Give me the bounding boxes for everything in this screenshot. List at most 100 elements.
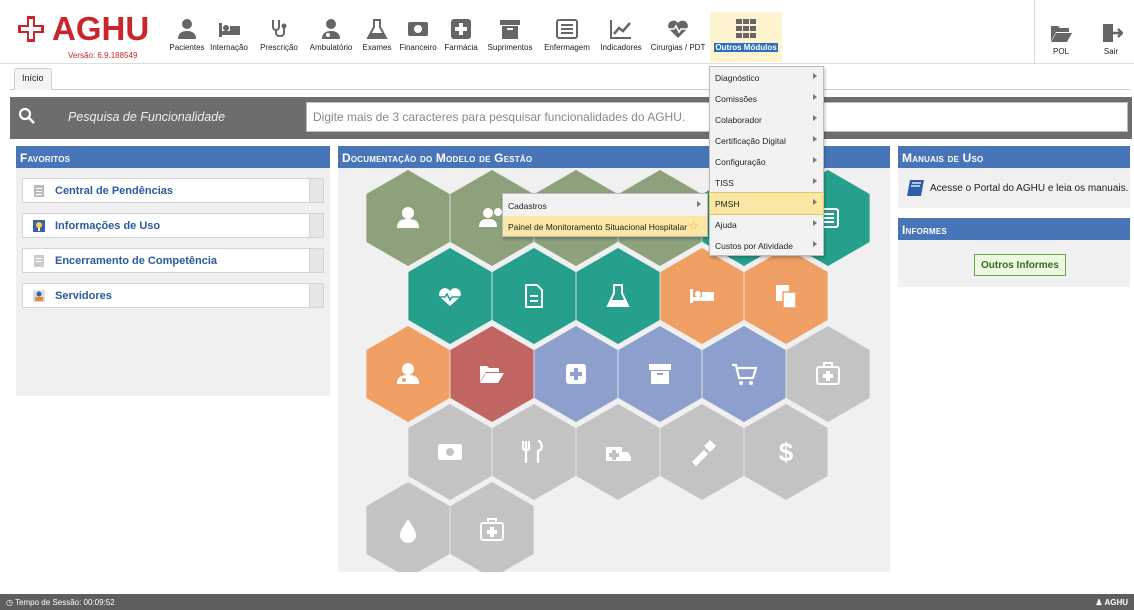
menu-item-certificacao-digital[interactable]: Certificação Digital (710, 130, 823, 151)
stethoscope-icon (272, 20, 287, 37)
top-navigation-bar: AGHU Versão: 6.9.188549 Pacientes Intern… (0, 0, 1134, 64)
favorito-central-de-pendencias[interactable]: Central de Pendências (22, 178, 324, 203)
clock-icon: ◷ (6, 598, 16, 607)
exit-button[interactable]: Sair (1096, 22, 1126, 56)
hexagon-tile[interactable] (450, 326, 534, 422)
manuais-header: Manuais de Uso (898, 146, 1130, 168)
money-icon (438, 444, 462, 460)
hexagon-tile[interactable] (366, 326, 450, 422)
list-icon (556, 19, 578, 39)
module-internacao[interactable]: Internação (207, 18, 251, 52)
hexagon-tile[interactable] (492, 248, 576, 344)
module-prescricao[interactable]: Prescrição (255, 18, 303, 52)
hexagon-tile[interactable] (366, 170, 450, 266)
status-bar: ◷ Tempo de Sessão: 00:09:52 ♟ AGHU (0, 594, 1134, 610)
module-exames[interactable]: Exames (359, 18, 395, 52)
hexagon-tile[interactable] (450, 482, 534, 572)
star-favorite-icon[interactable]: ☆ (688, 219, 699, 233)
favorito-edge (309, 214, 323, 237)
info-bulb-icon (33, 220, 45, 232)
module-ambulatorio[interactable]: Ambulatório (305, 18, 357, 52)
hexagon-shape (702, 326, 786, 422)
outros-informes-button[interactable]: Outros Informes (974, 254, 1066, 276)
menu-item-colaborador[interactable]: Colaborador (710, 109, 823, 130)
document-list-icon (34, 185, 44, 197)
user-card-icon (33, 290, 45, 302)
module-cirurgias[interactable]: Cirurgias / PDT (648, 18, 708, 52)
chevron-right-icon (813, 115, 817, 121)
submenu-item-painel-monitoramento[interactable]: Painel de Monitoramento Situacional Hosp… (503, 216, 707, 236)
favorito-edge (309, 179, 323, 202)
favorito-label: Servidores (55, 290, 112, 302)
favorito-informacoes-de-uso[interactable]: Informações de Uso (22, 213, 324, 238)
hexagon-tile[interactable] (492, 404, 576, 500)
favorito-edge (309, 249, 323, 272)
chevron-right-icon (813, 73, 817, 79)
dollar-icon: $ (779, 437, 794, 467)
hexagon-tile[interactable] (408, 404, 492, 500)
aghu-logo[interactable]: AGHU Versão: 6.9.188549 (12, 10, 160, 60)
module-enfermagem[interactable]: Enfermagem (539, 18, 595, 52)
module-suprimentos[interactable]: Suprimentos (484, 18, 536, 52)
hexagon-tile[interactable] (576, 248, 660, 344)
module-outros-modulos[interactable]: Outros Módulos (710, 12, 782, 62)
search-bar: Pesquisa de Funcionalidade (10, 97, 1132, 139)
hexagon-tile[interactable] (660, 404, 744, 500)
favorito-label: Encerramento de Competência (55, 255, 217, 267)
hexagon-tile[interactable] (366, 482, 450, 572)
plus-square-icon (566, 364, 586, 384)
favorito-encerramento-de-competencia[interactable]: Encerramento de Competência (22, 248, 324, 273)
logo-cross-icon (18, 16, 44, 42)
document-icon (34, 255, 44, 267)
archive-icon (649, 364, 671, 384)
tab-bar: Início (10, 68, 1130, 90)
plus-square-icon (451, 19, 471, 39)
menu-item-pmsh[interactable]: PMSH (709, 192, 824, 215)
app-version: Versão: 6.9.188549 (68, 51, 138, 60)
hexagon-tile[interactable] (660, 248, 744, 344)
module-financeiro[interactable]: Financeiro (397, 18, 439, 52)
informes-panel: Outros Informes (898, 240, 1130, 287)
chevron-right-icon (813, 178, 817, 184)
menu-item-custos-por-atividade[interactable]: Custos por Atividade (710, 235, 823, 256)
hexagon-tile[interactable] (744, 248, 828, 344)
hexagon-tile[interactable] (618, 326, 702, 422)
favorito-edge (309, 284, 323, 307)
app-window: AGHU Versão: 6.9.188549 Pacientes Intern… (0, 0, 1134, 610)
hexagon-tile[interactable] (534, 326, 618, 422)
search-icon[interactable] (18, 107, 36, 125)
menu-item-ajuda[interactable]: Ajuda (710, 214, 823, 235)
flask-icon (366, 19, 388, 39)
svg-text:$: $ (779, 437, 794, 467)
hexagon-tile[interactable] (786, 326, 870, 422)
doctor-icon (322, 19, 340, 39)
menu-item-configuracao[interactable]: Configuração (710, 151, 823, 172)
tab-inicio[interactable]: Início (14, 68, 52, 90)
hexagon-tile[interactable] (702, 326, 786, 422)
module-farmacia[interactable]: Farmácia (441, 18, 481, 52)
chevron-right-icon (813, 241, 817, 247)
module-pacientes[interactable]: Pacientes (168, 18, 206, 52)
bed-icon (219, 23, 240, 37)
person-icon (178, 19, 196, 39)
chevron-right-icon (813, 94, 817, 100)
manuais-link[interactable]: Acesse o Portal do AGHU e leia os manuai… (930, 183, 1128, 194)
hexagon-shape (576, 248, 660, 344)
favorito-label: Central de Pendências (55, 185, 173, 197)
hexagon-tile[interactable]: $ (744, 404, 828, 500)
menu-item-diagnostico[interactable]: Diagnóstico (710, 67, 823, 88)
menu-item-tiss[interactable]: TISS (710, 172, 823, 193)
heartbeat-icon (668, 20, 688, 38)
hexagon-tile[interactable] (576, 404, 660, 500)
submenu-item-cadastros[interactable]: Cadastros (503, 195, 707, 215)
module-pol[interactable]: POL (1046, 22, 1076, 56)
status-user[interactable]: ♟ AGHU (1095, 598, 1128, 607)
app-name: AGHU (52, 10, 150, 47)
chevron-right-icon (813, 220, 817, 226)
hexagon-tile[interactable] (408, 248, 492, 344)
book-icon[interactable] (906, 178, 926, 198)
module-indicadores[interactable]: Indicadores (596, 18, 646, 52)
money-icon (408, 22, 428, 36)
favorito-servidores[interactable]: Servidores (22, 283, 324, 308)
menu-item-comissoes[interactable]: Comissões (710, 88, 823, 109)
